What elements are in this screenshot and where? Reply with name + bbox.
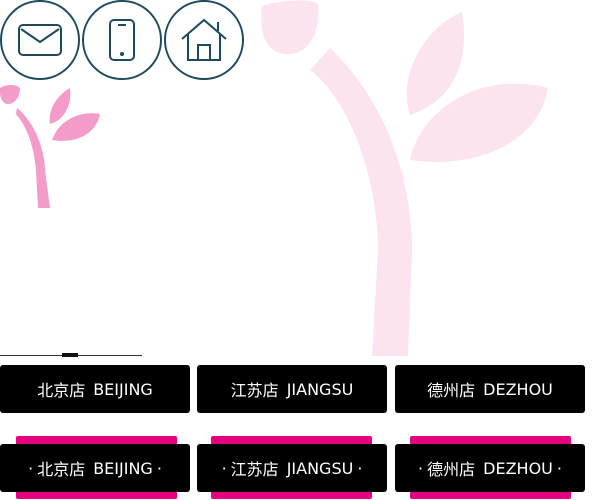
store-name-cn: 德州店 — [427, 460, 476, 479]
small-logo-stem — [16, 108, 50, 208]
store-name-cn: 德州店 — [427, 381, 476, 400]
store-button-dezhou[interactable]: 德州店 DEZHOU — [395, 365, 585, 413]
phone-icon[interactable] — [82, 0, 162, 80]
pink-bottom-jiangsu — [211, 491, 372, 499]
store-button-beijing[interactable]: 北京店 BEIJING — [0, 365, 190, 413]
logo-leaf-upper — [406, 12, 465, 115]
store-name-cn: 江苏店 — [230, 460, 279, 479]
store-button-jiangsu-active[interactable]: · 江苏店 JIANGSU · — [197, 444, 387, 492]
contact-icons — [0, 0, 244, 80]
store-name-en: JIANGSU — [286, 458, 354, 478]
store-name-en: DEZHOU — [483, 458, 553, 478]
store-name-cn: 江苏店 — [230, 381, 279, 400]
store-name-en: BEIJING — [93, 458, 153, 478]
store-button-jiangsu[interactable]: 江苏店 JIANGSU — [197, 365, 387, 413]
small-logo — [0, 85, 100, 208]
store-name-en: JIANGSU — [286, 379, 354, 399]
small-logo-leaf-upper — [49, 88, 71, 124]
store-name-en: DEZHOU — [483, 379, 553, 399]
page: 北京店 BEIJING 江苏店 JIANGSU 德州店 DEZHOU · 北京店 BEIJ… — [0, 0, 600, 500]
store-name-cn: 北京店 — [37, 381, 86, 400]
store-row-2: · 北京店 BEIJING · · 江苏店 JIANGSU · · 德州店 DEZHOU · — [0, 444, 600, 492]
slider-thumb[interactable] — [62, 353, 78, 357]
store-row-1: 北京店 BEIJING 江苏店 JIANGSU 德州店 DEZHOU — [0, 365, 600, 413]
pink-bottom-beijing — [16, 491, 177, 499]
bullet: · — [556, 458, 562, 478]
mail-icon[interactable] — [0, 0, 80, 80]
store-name-en: BEIJING — [93, 379, 153, 399]
logo-stem — [310, 48, 412, 356]
store-button-beijing-active[interactable]: · 北京店 BEIJING · — [0, 444, 190, 492]
bullet: · — [156, 458, 162, 478]
small-logo-bud — [0, 85, 20, 104]
pink-bottom-dezhou — [410, 491, 571, 499]
home-icon[interactable] — [164, 0, 244, 80]
logo-leaf-lower — [410, 83, 548, 162]
bullet: · — [357, 458, 363, 478]
bullet: · — [418, 458, 424, 478]
bullet: · — [221, 458, 227, 478]
store-name-cn: 北京店 — [37, 460, 86, 479]
bullet: · — [28, 458, 34, 478]
store-button-dezhou-active[interactable]: · 德州店 DEZHOU · — [395, 444, 585, 492]
logo-bud — [261, 0, 319, 55]
